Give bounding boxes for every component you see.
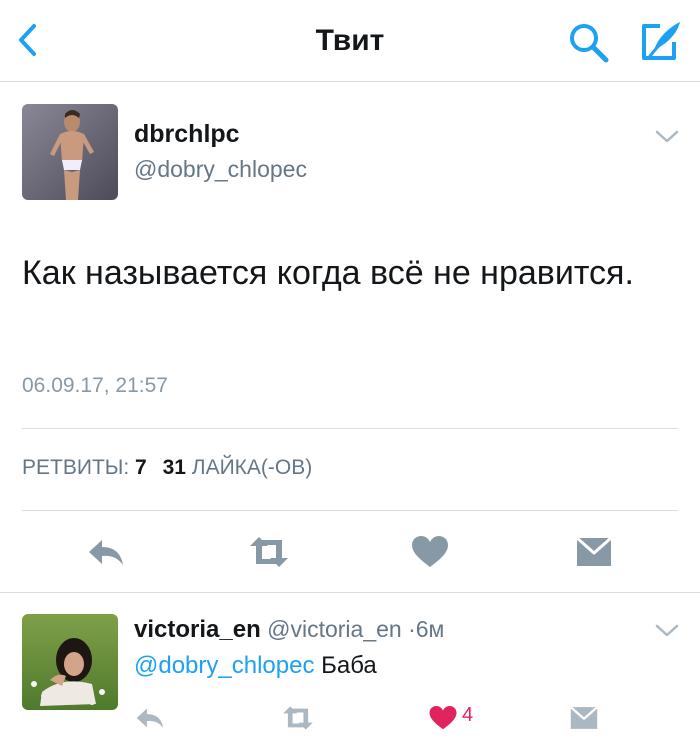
like-button[interactable] (428, 704, 458, 732)
retweet-icon (250, 537, 288, 567)
search-button[interactable] (566, 20, 610, 64)
main-tweet: dbrchlpc @dobry_chlopec Как называется к… (0, 82, 700, 594)
reply-icon (136, 708, 164, 729)
reply-time: 6м (415, 616, 445, 642)
divider (0, 592, 700, 593)
reply-body: Баба (321, 652, 377, 679)
divider (22, 428, 678, 429)
top-navigation-bar: Твит (0, 0, 700, 82)
compose-icon (642, 22, 680, 60)
reply-button[interactable] (134, 704, 166, 732)
search-icon (570, 24, 609, 63)
reply-button[interactable] (86, 534, 126, 570)
avatar[interactable] (22, 614, 118, 710)
reply-author-name[interactable]: victoria_en (134, 616, 261, 643)
retweet-button[interactable] (246, 534, 292, 570)
direct-message-button[interactable] (568, 704, 600, 732)
avatar-image (22, 104, 118, 200)
author-handle[interactable]: @dobry_chlopec (134, 156, 307, 183)
direct-message-icon (570, 706, 598, 729)
avatar-image (22, 614, 118, 710)
author-name[interactable]: dbrchlpc (134, 120, 240, 149)
reply-author-handle[interactable]: @victoria_en (267, 616, 402, 642)
likes-count[interactable]: 31 (163, 456, 186, 479)
like-count: 4 (462, 704, 474, 726)
separator-dot: · (408, 616, 416, 642)
tweet-timestamp: 06.09.17, 21:57 (22, 374, 168, 397)
reply-header: victoria_en @victoria_en ·6м (134, 616, 444, 644)
reply-tweet[interactable]: victoria_en @victoria_en ·6м @dobry_chlo… (0, 594, 700, 746)
reply-icon (89, 540, 123, 565)
mention-link[interactable]: @dobry_chlopec (134, 652, 314, 679)
direct-message-icon (576, 536, 612, 566)
compose-tweet-button[interactable] (636, 18, 684, 64)
tweet-text: Как называется когда всё не нравится. (22, 254, 634, 292)
direct-message-button[interactable] (574, 534, 614, 570)
retweets-count[interactable]: 7 (135, 456, 147, 479)
like-button[interactable] (410, 534, 450, 570)
likes-label[interactable]: ЛАЙКА(-ОВ) (192, 456, 312, 479)
heart-icon (429, 706, 457, 730)
reply-text: @dobry_chlopec Баба (134, 652, 377, 680)
avatar[interactable] (22, 104, 118, 200)
reply-menu-button[interactable] (654, 622, 680, 640)
chevron-down-icon (655, 624, 679, 637)
retweets-label: РЕТВИТЫ: (22, 456, 130, 479)
tweet-stats: РЕТВИТЫ: 7 31 ЛАЙКА(-ОВ) (22, 456, 312, 480)
retweet-button[interactable] (280, 704, 316, 732)
tweet-menu-button[interactable] (654, 128, 680, 146)
retweet-icon (283, 706, 313, 730)
chevron-down-icon (655, 130, 679, 143)
divider (22, 510, 678, 511)
heart-icon (412, 536, 448, 567)
